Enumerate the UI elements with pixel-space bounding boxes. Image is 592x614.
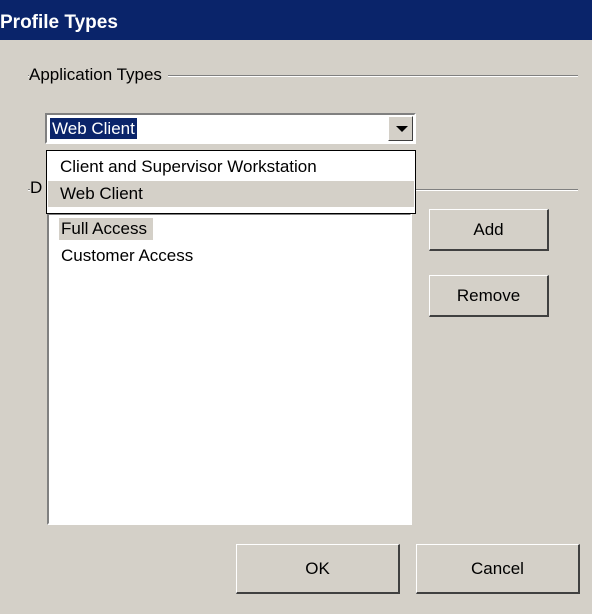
application-types-label: Application Types bbox=[29, 65, 168, 85]
window-title: Profile Types bbox=[0, 12, 118, 33]
list-item-customer-access[interactable]: Customer Access bbox=[59, 245, 199, 267]
dropdown-button[interactable] bbox=[388, 116, 413, 141]
add-button[interactable]: Add bbox=[429, 209, 549, 251]
application-type-dropdown-list: Client and Supervisor Workstation Web Cl… bbox=[46, 150, 416, 214]
remove-button[interactable]: Remove bbox=[429, 275, 549, 317]
dropdown-option-client-supervisor[interactable]: Client and Supervisor Workstation bbox=[48, 154, 414, 180]
application-type-selected-value: Web Client bbox=[50, 118, 137, 139]
dropdown-option-web-client[interactable]: Web Client bbox=[48, 181, 414, 207]
cancel-button[interactable]: Cancel bbox=[416, 544, 580, 594]
application-type-select[interactable]: Web Client bbox=[45, 113, 416, 144]
title-bar: Profile Types bbox=[0, 0, 592, 40]
profile-types-dialog: Profile Types Application Types Web Clie… bbox=[0, 0, 592, 614]
list-item-full-access[interactable]: Full Access bbox=[59, 218, 153, 240]
ok-button[interactable]: OK bbox=[236, 544, 400, 594]
chevron-down-icon bbox=[396, 126, 408, 132]
profiles-list[interactable]: Full Access Customer Access bbox=[47, 213, 412, 525]
